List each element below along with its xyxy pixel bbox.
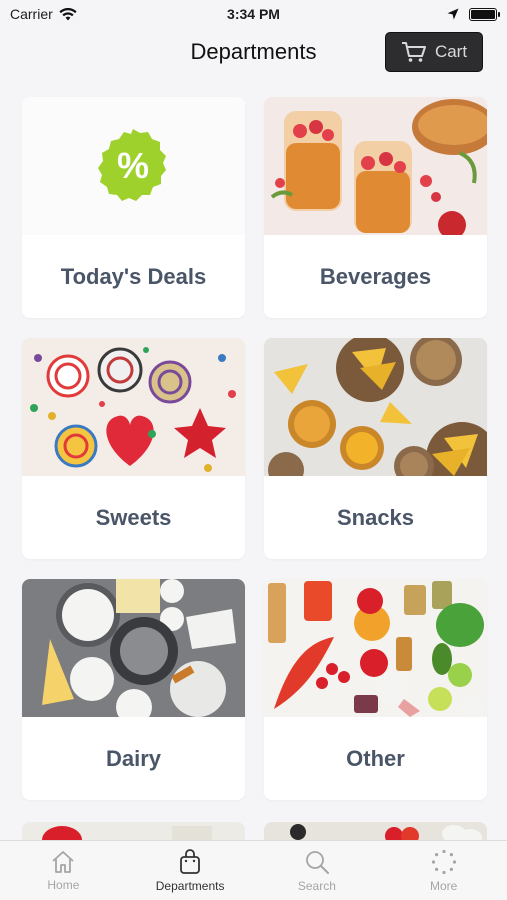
department-card-sweets[interactable]: Sweets	[22, 338, 245, 559]
tab-more[interactable]: More	[380, 841, 507, 900]
department-grid: % Today's Deals Beverages Sweets Snacks …	[22, 97, 487, 800]
dairy-image	[22, 579, 245, 717]
tab-home[interactable]: Home	[0, 841, 127, 900]
department-card-beverages[interactable]: Beverages	[264, 97, 487, 318]
status-left: Carrier	[10, 6, 77, 22]
other-image	[264, 579, 487, 717]
department-label: Other	[346, 745, 405, 771]
department-card-other[interactable]: Other	[264, 579, 487, 800]
department-label: Today's Deals	[60, 263, 207, 289]
tab-bar: Home Departments Search More	[0, 840, 507, 900]
department-label: Beverages	[319, 263, 432, 289]
battery-icon	[469, 7, 500, 21]
carrier-label: Carrier	[10, 6, 53, 22]
cart-button[interactable]: Cart	[385, 32, 483, 72]
bag-icon	[180, 848, 201, 874]
snacks-image	[264, 338, 487, 476]
tab-departments[interactable]: Departments	[127, 841, 254, 900]
search-icon	[305, 850, 329, 874]
discount-badge-icon: %	[98, 129, 166, 201]
cart-label: Cart	[434, 42, 468, 61]
location-arrow-icon	[447, 8, 459, 20]
more-icon	[431, 849, 456, 874]
home-icon	[52, 850, 74, 873]
tab-label: Home	[47, 877, 80, 892]
sweets-image	[22, 338, 245, 476]
department-card-dairy[interactable]: Dairy	[22, 579, 245, 800]
nav-bar: Departments Cart	[0, 28, 507, 76]
tab-label: More	[429, 878, 458, 893]
department-card-todays-deals[interactable]: % Today's Deals	[22, 97, 245, 318]
cart-icon	[401, 42, 426, 62]
tab-search[interactable]: Search	[254, 841, 381, 900]
tab-label: Departments	[155, 878, 225, 893]
beverages-image	[264, 97, 487, 235]
deals-image: %	[22, 97, 245, 235]
status-right	[447, 7, 500, 21]
wifi-icon	[59, 7, 77, 20]
department-card-snacks[interactable]: Snacks	[264, 338, 487, 559]
department-label: Snacks	[336, 504, 415, 530]
department-label: Sweets	[95, 504, 172, 530]
status-bar: Carrier 3:34 PM	[0, 0, 507, 28]
tab-label: Search	[297, 878, 336, 893]
svg-text:%: %	[117, 145, 149, 186]
page-title: Departments	[190, 39, 317, 64]
department-label: Dairy	[105, 745, 162, 771]
